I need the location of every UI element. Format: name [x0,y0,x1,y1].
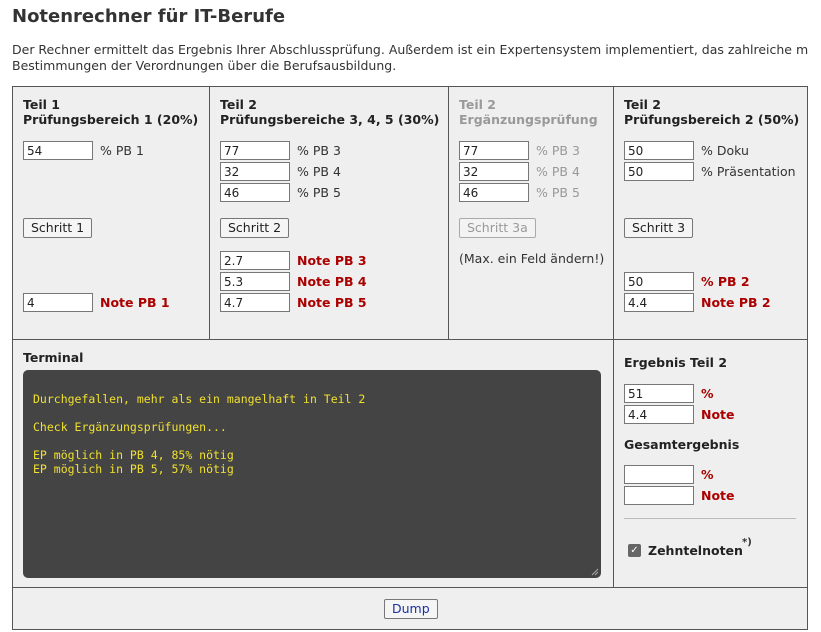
ep-pb4-input[interactable] [459,162,529,181]
teil2-pb2-heading: Teil 2 Prüfungsbereich 2 (50%) [624,97,799,127]
schritt3-button[interactable]: Schritt 3 [624,218,694,238]
note-pb2-label: Note PB 2 [701,295,771,310]
teil2-pb2-head-line2: Prüfungsbereich 2 (50%) [624,112,800,127]
terminal-output[interactable]: Durchgefallen, mehr als ein mangelhaft i… [23,370,601,578]
gesamt-percent-label: % [701,467,714,482]
teil2-pb345-panel: Teil 2 Prüfungsbereiche 3, 4, 5 (30%) % … [209,87,448,339]
terminal-panel: Terminal Durchgefallen, mehr als ein man… [13,339,613,587]
terminal-line: Durchgefallen, mehr als ein mangelhaft i… [33,392,366,406]
pb5-percent-label: % PB 5 [297,185,341,200]
pb1-percent-input[interactable] [23,141,93,160]
teil2-pb345-head-line2: Prüfungsbereiche 3, 4, 5 (30%) [220,112,440,127]
result-teil2-note-input[interactable] [624,405,694,424]
resize-grip-icon[interactable] [591,568,599,576]
pb3-percent-label: % PB 3 [297,143,341,158]
dump-button[interactable]: Dump [384,599,438,619]
ep-pb3-label: % PB 3 [536,143,580,158]
note-pb5-label: Note PB 5 [297,295,367,310]
note-pb3-input[interactable] [220,251,290,270]
terminal-line: EP möglich in PB 4, 85% nötig [33,448,234,462]
praesentation-percent-label: % Präsentation [701,164,796,179]
ergaenzung-hint: (Max. ein Feld ändern!) [459,251,605,266]
ergaenzung-panel: Teil 2 Ergänzungsprüfung % PB 3 % PB 4 %… [448,87,613,339]
result-panel: Ergebnis Teil 2 % Note Gesamtergebnis % … [613,339,807,587]
pb2-percent-label: % PB 2 [701,274,750,289]
ep-pb3-input[interactable] [459,141,529,160]
pb3-percent-input[interactable] [220,141,290,160]
teil1-head-line1: Teil 1 [23,97,60,112]
note-pb4-label: Note PB 4 [297,274,367,289]
teil2-pb345-head-line1: Teil 2 [220,97,257,112]
zehntelnoten-checkbox[interactable]: ✓ [628,544,641,557]
doku-percent-input[interactable] [624,141,694,160]
page-title: Notenrechner für IT-Berufe [12,6,286,27]
pb5-percent-input[interactable] [220,183,290,202]
terminal-line: EP möglich in PB 5, 57% nötig [33,462,234,476]
teil2-pb2-head-line1: Teil 2 [624,97,661,112]
note-pb1-label: Note PB 1 [100,295,170,310]
ep-pb5-label: % PB 5 [536,185,580,200]
teil1-head-line2: Prüfungsbereich 1 (20%) [23,112,199,127]
note-pb1-input[interactable] [23,293,93,312]
result-teil2-note-label: Note [701,407,735,422]
schritt2-button[interactable]: Schritt 2 [220,218,290,238]
result-teil2-percent-input[interactable] [624,384,694,403]
footer-panel: Dump [13,587,807,629]
gesamt-note-input[interactable] [624,486,694,505]
terminal-title: Terminal [23,350,84,365]
intro-line-2: Bestimmungen der Verordnungen über die B… [12,58,397,73]
teil1-panel: Teil 1 Prüfungsbereich 1 (20%) % PB 1 Sc… [13,87,209,339]
gesamt-note-label: Note [701,488,735,503]
pb4-percent-label: % PB 4 [297,164,341,179]
note-pb5-input[interactable] [220,293,290,312]
intro-line-1: Der Rechner ermittelt das Ergebnis Ihrer… [12,42,809,57]
note-pb4-input[interactable] [220,272,290,291]
schritt1-button[interactable]: Schritt 1 [23,218,93,238]
note-pb3-label: Note PB 3 [297,253,367,268]
note-pb2-input[interactable] [624,293,694,312]
ep-pb5-input[interactable] [459,183,529,202]
praesentation-percent-input[interactable] [624,162,694,181]
intro-text: Der Rechner ermittelt das Ergebnis Ihrer… [12,42,821,74]
pb1-percent-label: % PB 1 [100,143,144,158]
teil2-pb2-panel: Teil 2 Prüfungsbereich 2 (50%) % Doku % … [613,87,807,339]
pb4-percent-input[interactable] [220,162,290,181]
ergaenzung-heading: Teil 2 Ergänzungsprüfung [459,97,598,127]
teil1-heading: Teil 1 Prüfungsbereich 1 (20%) [23,97,198,127]
ep-pb4-label: % PB 4 [536,164,580,179]
pb2-percent-input[interactable] [624,272,694,291]
ergaenzung-head-line2: Ergänzungsprüfung [459,112,598,127]
gesamt-title: Gesamtergebnis [624,437,740,452]
doku-percent-label: % Doku [701,143,749,158]
calculator-frame: Teil 1 Prüfungsbereich 1 (20%) % PB 1 Sc… [12,86,808,630]
result-teil2-title: Ergebnis Teil 2 [624,355,728,370]
zehntelnoten-footnote-mark: *) [742,537,752,548]
terminal-line: Check Ergänzungsprüfungen... [33,420,227,434]
teil2-pb345-heading: Teil 2 Prüfungsbereiche 3, 4, 5 (30%) [220,97,439,127]
schritt3a-button[interactable]: Schritt 3a [459,218,536,238]
ergaenzung-head-line1: Teil 2 [459,97,496,112]
zehntelnoten-label: Zehntelnoten [648,543,743,558]
result-divider [624,518,796,519]
gesamt-percent-input[interactable] [624,465,694,484]
result-teil2-percent-label: % [701,386,714,401]
